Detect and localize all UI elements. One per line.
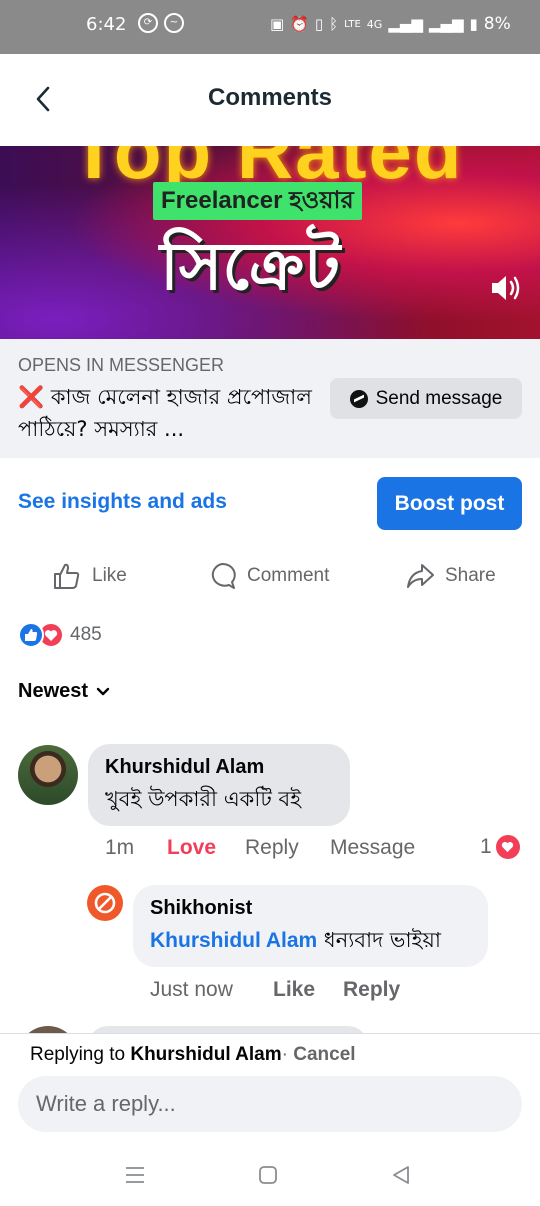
- replying-separator: ·: [281, 1044, 288, 1065]
- menu-lines-icon: [126, 1167, 144, 1183]
- status-time: 6:42: [86, 14, 127, 35]
- sort-label: Newest: [18, 680, 89, 702]
- share-label: Share: [445, 565, 496, 586]
- reply-input[interactable]: [18, 1076, 522, 1132]
- share-button[interactable]: Share: [405, 558, 496, 594]
- reply-reply-button[interactable]: Reply: [343, 978, 400, 1002]
- home-button[interactable]: [253, 1160, 283, 1190]
- banner-tag: Freelancer হওয়ার: [153, 182, 362, 220]
- comment-text: খুবই উপকারী একটি বই: [105, 787, 302, 811]
- thumbs-up-icon: [54, 563, 80, 589]
- battery-percent: 8%: [483, 14, 511, 34]
- network-type-icon: 4G: [366, 17, 383, 31]
- reply-like-button[interactable]: Like: [273, 978, 315, 1002]
- send-message-button[interactable]: Send message: [330, 378, 522, 419]
- reply-text: Khurshidul Alam ধন্যবাদ ভাইয়া: [150, 924, 471, 959]
- battery-icon: ▮: [469, 15, 478, 33]
- comment-author[interactable]: Khurshidul Alam: [105, 756, 333, 779]
- nfc-icon: ▣: [270, 15, 285, 33]
- page-title: Comments: [207, 84, 333, 111]
- promo-body: কাজ মেলেনা হাজার প্রপোজাল পাঠিয়ে? সমস্য…: [18, 385, 312, 441]
- boost-post-button[interactable]: Boost post: [377, 477, 522, 530]
- data-saver-icon: ⟳: [138, 13, 158, 33]
- back-triangle-icon: [393, 1166, 409, 1184]
- post-media[interactable]: Top Rated Freelancer হওয়ার সিক্রেট: [0, 146, 540, 339]
- replying-to-banner: Replying to Khurshidul Alam· Cancel: [30, 1044, 356, 1066]
- reply-bubble[interactable]: Shikhonist Khurshidul Alam ধন্যবাদ ভাইয়…: [133, 885, 488, 967]
- comment-reaction-number: 1: [480, 835, 492, 858]
- promo-text: ❌ কাজ মেলেনা হাজার প্রপোজাল পাঠিয়ে? সমস…: [18, 381, 318, 445]
- mention-link[interactable]: Khurshidul Alam: [150, 929, 317, 952]
- cancel-reply-button[interactable]: Cancel: [293, 1044, 355, 1065]
- alarm-icon: ⏰: [290, 15, 309, 33]
- recent-apps-button[interactable]: [120, 1160, 150, 1190]
- reaction-summary[interactable]: 485: [18, 622, 102, 648]
- system-nav-bar: [0, 1140, 540, 1206]
- sort-dropdown[interactable]: Newest: [18, 680, 110, 703]
- opens-in-messenger-label: OPENS IN MESSENGER: [18, 355, 225, 375]
- share-arrow-icon: [407, 564, 434, 588]
- bluetooth-icon: ᛒ: [329, 15, 339, 33]
- speaker-icon[interactable]: [488, 270, 524, 306]
- avatar[interactable]: [18, 745, 78, 805]
- lte-icon: LTE: [344, 18, 361, 30]
- reply-body: ধন্যবাদ ভাইয়া: [323, 928, 441, 952]
- love-reaction-button[interactable]: Love: [167, 836, 216, 860]
- comment-time: 1m: [105, 836, 135, 859]
- heart-icon: [495, 835, 520, 859]
- comment-button[interactable]: Comment: [207, 558, 329, 594]
- like-label: Like: [92, 565, 127, 586]
- reply-author[interactable]: Shikhonist: [150, 897, 471, 920]
- banner-main-text: সিক্রেট: [160, 228, 341, 305]
- like-button[interactable]: Like: [52, 558, 127, 594]
- message-button[interactable]: Message: [330, 836, 415, 860]
- like-reaction-icon: [18, 622, 44, 648]
- home-square-icon: [259, 1166, 277, 1184]
- vibrate-icon: ▯: [314, 15, 324, 33]
- reply-button[interactable]: Reply: [245, 836, 299, 860]
- see-insights-link[interactable]: See insights and ads: [18, 490, 227, 514]
- comment-bubble-icon: [211, 562, 236, 589]
- comments-header: Comments: [0, 54, 540, 146]
- messenger-icon: [349, 389, 368, 408]
- cross-mark-icon: ❌: [18, 385, 45, 409]
- post-actions: Like Comment Share: [0, 558, 540, 598]
- signal-2-icon: ▂▄▆: [428, 15, 464, 33]
- reaction-count: 485: [70, 624, 102, 645]
- shikhonist-logo-icon: [94, 892, 116, 914]
- comment-label: Comment: [247, 565, 330, 586]
- replying-prefix: Replying to: [30, 1044, 126, 1065]
- comment-bubble[interactable]: Khurshidul Alam খুবই উপকারী একটি বই: [88, 744, 350, 826]
- messenger-notification-icon: ~: [164, 13, 184, 33]
- signal-icon: ▂▄▆: [388, 15, 423, 33]
- send-message-label: Send message: [375, 387, 503, 409]
- back-nav-button[interactable]: [386, 1160, 416, 1190]
- status-bar: 6:42 ⟳ ~ ▣ ⏰ ▯ ᛒ LTE 4G ▂▄▆ ▂▄▆ ▮ 8%: [0, 0, 540, 54]
- avatar[interactable]: [87, 885, 123, 921]
- chevron-down-icon: [96, 687, 110, 695]
- replying-name: Khurshidul Alam: [130, 1044, 282, 1065]
- reply-time: Just now: [150, 978, 233, 1001]
- comment-reaction-count[interactable]: 1: [480, 835, 520, 859]
- ad-cta-section: OPENS IN MESSENGER ❌ কাজ মেলেনা হাজার প্…: [0, 339, 540, 458]
